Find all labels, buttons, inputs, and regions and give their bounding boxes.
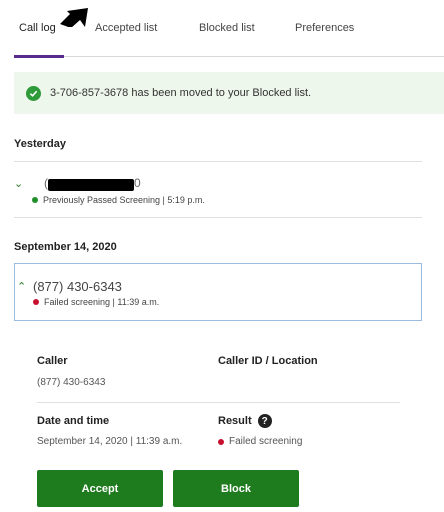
result-value: Failed screening [229, 436, 303, 447]
call-entry-selected[interactable]: ⌃ (877) 430-6343 Failed screening | 11:3… [14, 263, 422, 321]
divider [14, 217, 422, 218]
caller-value: (877) 430-6343 [37, 377, 106, 388]
tab-divider [14, 56, 444, 57]
mouse-pointer-icon [60, 8, 88, 27]
tab-blocked-list[interactable]: Blocked list [199, 22, 255, 34]
tab-accepted-list[interactable]: Accepted list [95, 22, 157, 34]
accept-button[interactable]: Accept [37, 470, 163, 507]
status-dot-red [218, 438, 224, 445]
result-label-group: Result ? [218, 414, 272, 428]
tab-active-indicator [14, 55, 64, 58]
block-button[interactable]: Block [173, 470, 299, 507]
phone-suffix: 0 [134, 176, 141, 190]
caller-label: Caller [37, 355, 68, 367]
redacted-phone-number [48, 179, 134, 191]
moved-notification: 3-706-857-3678 has been moved to your Bl… [14, 72, 444, 114]
result-label: Result [218, 415, 252, 427]
result-value-group: Failed screening [218, 436, 302, 447]
call-status-text: Previously Passed Screening | 5:19 p.m. [43, 195, 205, 205]
status-dot-red [33, 299, 39, 305]
call-status: Previously Passed Screening | 5:19 p.m. [32, 195, 205, 205]
section-date-sept: September 14, 2020 [14, 241, 117, 253]
status-dot-green [32, 197, 38, 203]
divider [37, 402, 400, 403]
call-status: Failed screening | 11:39 a.m. [33, 297, 159, 307]
check-circle-icon [26, 85, 41, 101]
caller-id-label: Caller ID / Location [218, 355, 318, 367]
chevron-up-icon[interactable]: ⌃ [17, 280, 26, 293]
tab-call-log[interactable]: Call log [19, 22, 56, 34]
help-icon[interactable]: ? [257, 414, 272, 428]
section-date-yesterday: Yesterday [14, 138, 66, 150]
call-status-text: Failed screening | 11:39 a.m. [44, 297, 160, 307]
datetime-label: Date and time [37, 415, 110, 427]
call-phone-number: (877) 430-6343 [33, 279, 122, 294]
call-entry[interactable]: ⌄ ( 0 Previously Passed Screening | 5:19… [14, 176, 422, 207]
tab-preferences[interactable]: Preferences [295, 22, 354, 34]
datetime-value: September 14, 2020 | 11:39 a.m. [37, 436, 183, 447]
notification-text: 3-706-857-3678 has been moved to your Bl… [50, 87, 312, 99]
chevron-down-icon[interactable]: ⌄ [14, 177, 23, 190]
tab-bar: Call log Accepted list Blocked list Pref… [0, 0, 444, 58]
divider [14, 161, 422, 162]
